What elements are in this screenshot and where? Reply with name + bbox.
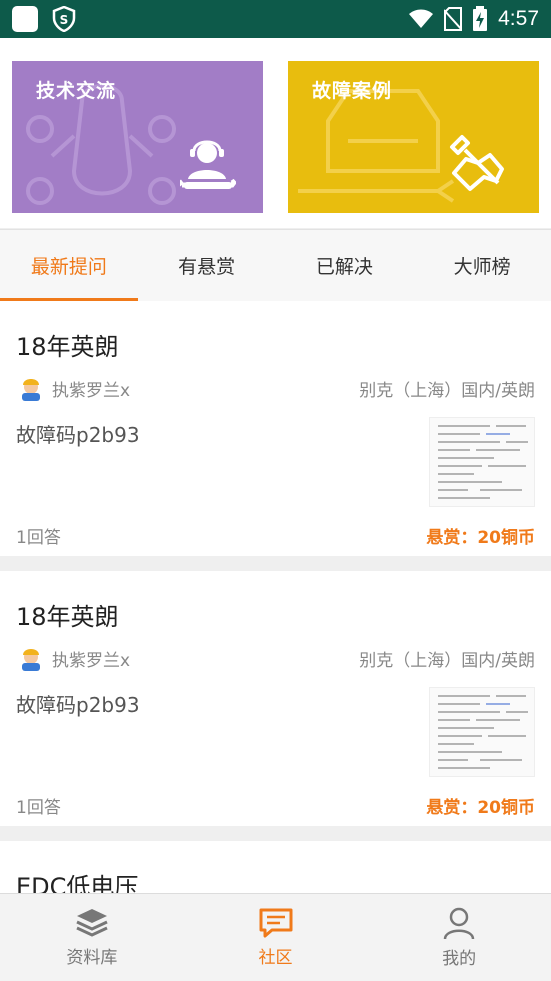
bounty-reward: 悬赏：20铜币 [426, 798, 535, 818]
tech-exchange-title: 技术交流 [36, 80, 117, 102]
nav-library-label: 资料库 [66, 948, 118, 968]
tech-exchange-card[interactable]: 技术交流 [12, 61, 263, 213]
post-image-thumbnail[interactable] [429, 417, 535, 507]
battery-charging-icon [473, 6, 488, 31]
avatar-icon [22, 379, 40, 401]
list-item[interactable]: 18年英朗 执紫罗兰x 别克（上海）国内/英朗 故障码p2b93 1回答 悬赏：… [0, 301, 551, 556]
avatar-icon [22, 649, 40, 671]
fault-cases-card[interactable]: 故障案例 [288, 61, 539, 213]
person-icon [443, 907, 475, 940]
post-author[interactable]: 执紫罗兰x [52, 646, 130, 671]
nav-profile[interactable]: 我的 [367, 894, 551, 981]
svg-text:S: S [60, 13, 69, 27]
no-sim-icon [444, 7, 463, 31]
layers-icon [76, 909, 108, 937]
clock: 4:57 [498, 7, 539, 30]
post-car-model: 别克（上海）国内/英朗 [359, 651, 535, 671]
shield-icon: S [52, 6, 76, 32]
post-title: 18年英朗 [16, 333, 119, 361]
post-content: 故障码p2b93 [16, 423, 140, 447]
tab-bounty[interactable]: 有悬赏 [138, 230, 276, 301]
fault-cases-title: 故障案例 [312, 80, 393, 102]
answer-count: 1回答 [16, 528, 61, 548]
tab-solved[interactable]: 已解决 [276, 230, 414, 301]
nav-profile-label: 我的 [442, 949, 477, 969]
status-bar: S 4:57 [0, 0, 551, 38]
post-image-thumbnail[interactable] [429, 687, 535, 777]
wifi-icon [409, 9, 434, 28]
banner-area: 技术交流 故障案例 [0, 38, 551, 228]
tab-masters[interactable]: 大师榜 [413, 230, 551, 301]
post-car-model: 别克（上海）国内/英朗 [359, 381, 535, 401]
chat-icon [259, 908, 292, 938]
bounty-reward: 悬赏：20铜币 [426, 528, 535, 548]
post-content: 故障码p2b93 [16, 693, 140, 717]
tab-latest[interactable]: 最新提问 [0, 230, 138, 301]
post-title: 18年英朗 [16, 603, 119, 631]
post-author[interactable]: 执紫罗兰x [52, 376, 130, 401]
nav-community[interactable]: 社区 [184, 894, 368, 981]
nav-library[interactable]: 资料库 [0, 894, 184, 981]
list-item[interactable]: 18年英朗 执紫罗兰x 别克（上海）国内/英朗 故障码p2b93 1回答 悬赏：… [0, 571, 551, 826]
app-notification-icon [12, 6, 38, 32]
nav-community-label: 社区 [258, 948, 293, 968]
answer-count: 1回答 [16, 798, 61, 818]
tools-icon [450, 135, 504, 191]
mechanic-icon [180, 140, 236, 189]
bottom-nav: 资料库 社区 我的 [0, 893, 551, 981]
category-tabs: 最新提问 有悬赏 已解决 大师榜 [0, 229, 551, 301]
list-item[interactable]: EDC低电压 [0, 841, 551, 901]
